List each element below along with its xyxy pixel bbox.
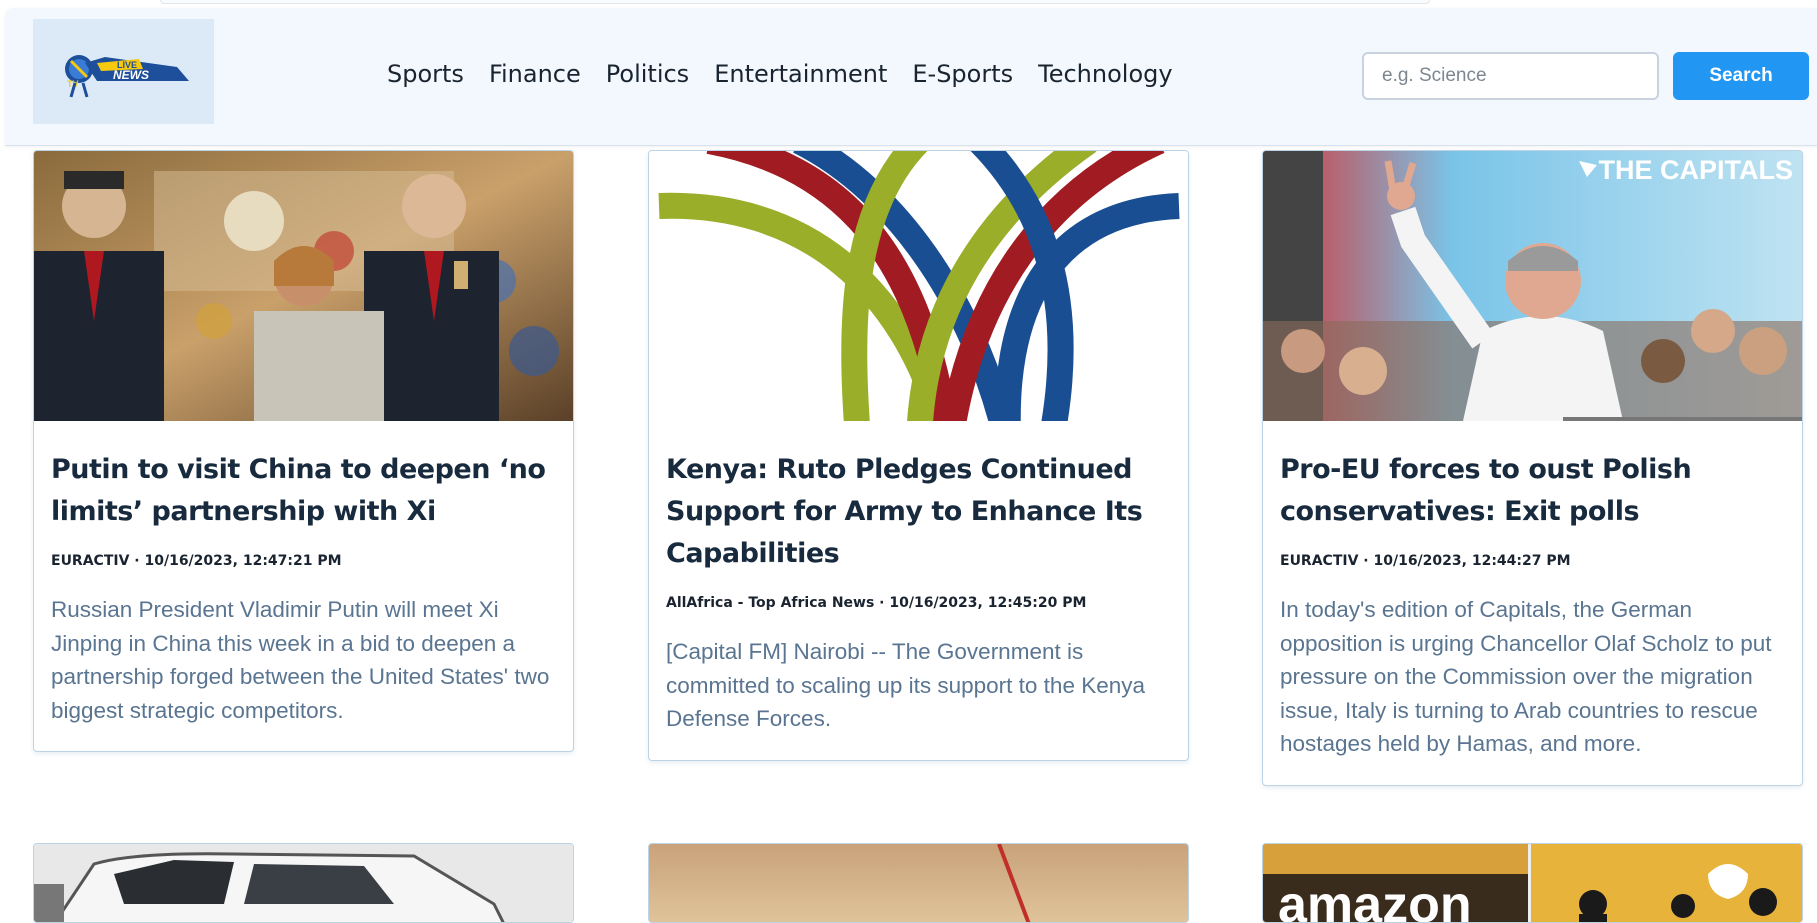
article-description: In today's edition of Capitals, the Germ… xyxy=(1280,597,1772,756)
logo-news-text: NEWS xyxy=(113,68,149,82)
nav-link-esports[interactable]: E-Sports xyxy=(912,60,1013,88)
site-header: LIVE TV NEWS Sports Finance Politics Ent… xyxy=(5,8,1817,146)
car-photo xyxy=(34,844,573,922)
allafrica-logo-graphic xyxy=(658,151,1180,421)
article-description: [Capital FM] Nairobi -- The Government i… xyxy=(666,639,1146,731)
putin-xi-photo xyxy=(34,151,573,421)
article-image[interactable] xyxy=(649,151,1188,421)
article-image[interactable] xyxy=(34,151,573,421)
article-card[interactable]: Kenya: Ruto Pledges Continued Support fo… xyxy=(648,150,1189,761)
article-description: Russian President Vladimir Putin will me… xyxy=(51,597,550,723)
site-logo[interactable]: LIVE TV NEWS xyxy=(33,19,214,124)
live-news-logo-icon: LIVE TV NEWS xyxy=(65,55,189,98)
nav-link-technology[interactable]: Technology xyxy=(1038,60,1172,88)
article-card[interactable]: Putin to visit China to deepen ‘no limit… xyxy=(33,150,574,752)
article-title[interactable]: Pro-EU forces to oust Polish conservativ… xyxy=(1280,449,1785,533)
main-nav: Sports Finance Politics Entertainment E-… xyxy=(387,60,1198,88)
capitals-watermark: THE CAPITALS xyxy=(1599,155,1794,185)
article-card[interactable]: THE CAPITALS Pro-EU forces to oust Polis… xyxy=(1262,150,1803,786)
article-card[interactable] xyxy=(33,843,574,923)
nav-link-politics[interactable]: Politics xyxy=(606,60,689,88)
article-title[interactable]: Kenya: Ruto Pledges Continued Support fo… xyxy=(666,449,1171,575)
nav-link-sports[interactable]: Sports xyxy=(387,60,464,88)
article-meta: EURACTIV · 10/16/2023, 12:47:21 PM xyxy=(51,553,342,569)
article-meta: AllAfrica - Top Africa News · 10/16/2023… xyxy=(666,595,1087,611)
search-input[interactable] xyxy=(1362,52,1659,100)
search-button[interactable]: Search xyxy=(1673,52,1809,100)
amazon-sign-text: amazon xyxy=(1278,876,1472,923)
nav-link-entertainment[interactable]: Entertainment xyxy=(714,60,887,88)
article-title[interactable]: Putin to visit China to deepen ‘no limit… xyxy=(51,449,556,533)
article-meta: EURACTIV · 10/16/2023, 12:44:27 PM xyxy=(1280,553,1571,569)
browser-top-edge xyxy=(160,0,1430,4)
tusk-rally-photo: THE CAPITALS xyxy=(1263,151,1802,421)
nav-link-finance[interactable]: Finance xyxy=(489,60,581,88)
article-card[interactable]: amazon xyxy=(1262,843,1803,923)
sunset-photo xyxy=(649,844,1188,922)
amazon-apple-photo: amazon xyxy=(1263,844,1802,923)
article-card[interactable] xyxy=(648,843,1189,923)
article-image[interactable]: THE CAPITALS xyxy=(1263,151,1802,421)
